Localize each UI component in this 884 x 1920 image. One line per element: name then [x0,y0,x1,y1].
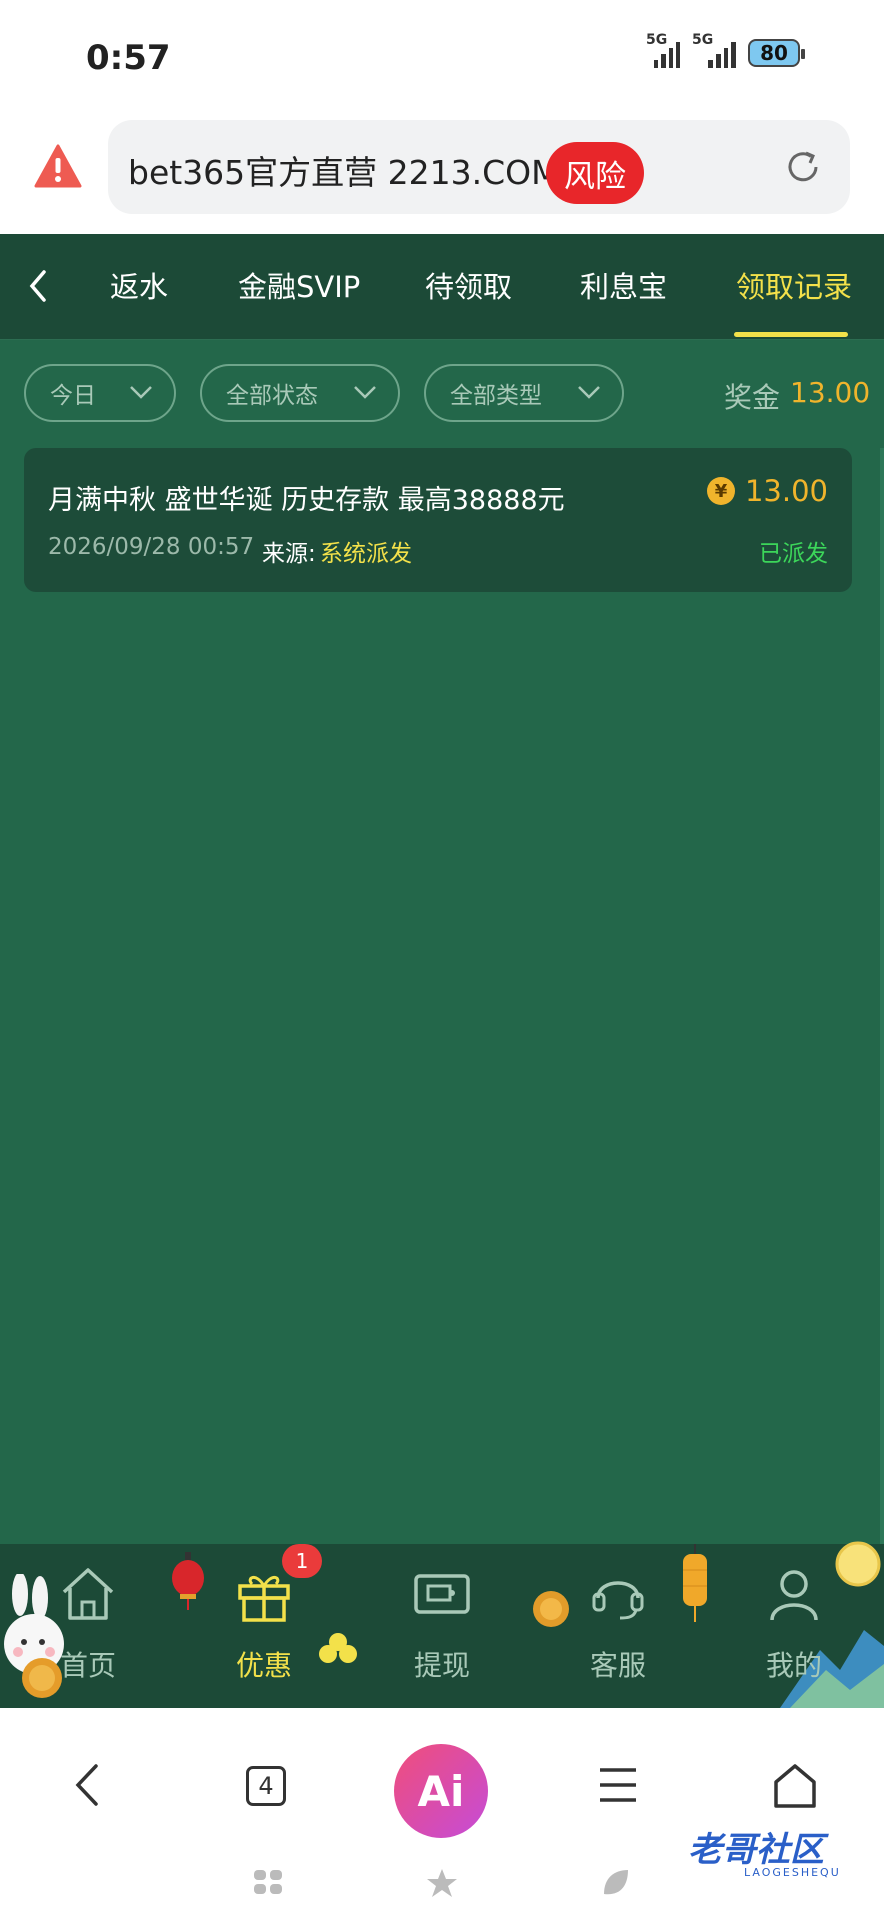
tab-finance-svip[interactable]: 金融SVIP [238,264,360,306]
status-bar: 0:57 5G 5G 80 [0,0,884,110]
chevron-down-icon [130,386,152,399]
headset-icon [592,1581,644,1620]
record-title: 月满中秋 盛世华诞 历史存款 最高38888元 [48,485,565,516]
back-icon[interactable] [24,268,54,304]
battery-icon: 80 [748,39,805,67]
tab-bar: 返水 金融SVIP 待领取 利息宝 领取记录 [0,234,884,340]
watermark: 老哥社区 [688,1830,824,1870]
record-card[interactable]: 月满中秋 盛世华诞 历史存款 最高38888元 ¥ 13.00 2026/09/… [24,448,852,592]
record-amount: ¥ 13.00 [706,474,828,508]
clover-decoration [319,1633,357,1663]
type-filter[interactable]: 全部类型 [424,364,624,422]
status-filter[interactable]: 全部状态 [200,364,400,422]
signal-icon: 5G [646,32,680,68]
record-status: 已派发 [759,541,828,567]
network-type-label-2: 5G [692,32,714,48]
nav-support-label: 客服 [589,1649,646,1682]
nav-home-label: 首页 [59,1649,116,1682]
nav-support[interactable]: 客服 [558,1558,678,1698]
nav-promotions[interactable]: 优惠 [204,1558,324,1698]
lantern-decoration-2 [683,1544,707,1622]
warning-icon[interactable] [34,144,82,188]
reload-icon[interactable] [784,148,822,186]
app-bottom-nav: 首页 优惠 提现 客服 我的 [0,1541,884,1708]
user-icon [770,1570,818,1621]
bonus-total-value: 13.00 [790,376,871,409]
tab-claim-records[interactable]: 领取记录 [736,264,852,306]
status-filter-label: 全部状态 [226,383,318,409]
browser-bottom-bar: 4 Ai [0,1708,884,1920]
record-datetime: 2026/09/28 00:57 [48,534,255,560]
coin-icon: ¥ [706,477,735,505]
browser-back-icon[interactable] [70,1762,106,1808]
risk-badge[interactable]: 风险 [546,142,644,204]
scrollbar[interactable] [880,448,884,1688]
type-filter-label: 全部类型 [450,383,542,409]
nav-profile[interactable]: 我的 [734,1558,854,1698]
home-icon [62,1568,114,1620]
tab-rebate[interactable]: 返水 [110,264,168,306]
signal-icon-2: 5G [692,32,736,68]
nav-withdraw[interactable]: 提现 [382,1558,502,1698]
record-source-value: 系统派发 [320,541,412,567]
record-amount-value: 13.00 [744,474,828,508]
apps-icon[interactable] [252,1868,284,1896]
record-source-label: 来源: [262,541,316,567]
tab-pending[interactable]: 待领取 [425,264,512,306]
menu-icon[interactable] [596,1762,640,1808]
nav-profile-label: 我的 [765,1649,822,1682]
network-type-label: 5G [646,32,668,48]
date-filter-label: 今日 [50,383,96,409]
nav-withdraw-label: 提现 [413,1649,470,1682]
bonus-total-label: 奖金 [724,381,781,414]
app-content: 返水 金融SVIP 待领取 利息宝 领取记录 今日 全部状态 全部类型 奖金 1… [0,234,884,1708]
chevron-down-icon [578,386,600,399]
status-time: 0:57 [86,38,171,78]
gift-icon [238,1576,290,1622]
url-field[interactable]: bet365官方直营 2213.COM 风险 [108,120,850,214]
lantern-decoration [172,1552,204,1610]
promotions-badge: 1 [282,1544,322,1578]
date-filter[interactable]: 今日 [24,364,176,422]
ai-assistant-button[interactable]: Ai [394,1744,488,1838]
chevron-down-icon [354,386,376,399]
leaf-icon[interactable] [600,1868,630,1898]
tabs-count-button[interactable]: 4 [246,1766,286,1806]
nav-home[interactable]: 首页 [28,1558,148,1698]
withdraw-icon [414,1574,470,1614]
browser-url-bar: bet365官方直营 2213.COM 风险 [0,110,884,234]
url-text[interactable]: bet365官方直营 2213.COM [128,146,560,194]
home-icon[interactable] [772,1762,818,1810]
status-icons: 5G 5G 80 [646,32,805,68]
active-tab-indicator [734,332,848,337]
star-icon[interactable] [426,1868,458,1898]
tab-interest[interactable]: 利息宝 [580,264,667,306]
watermark-sub: LAOGESHEQU [744,1866,841,1879]
nav-promotions-label: 优惠 [235,1649,292,1682]
